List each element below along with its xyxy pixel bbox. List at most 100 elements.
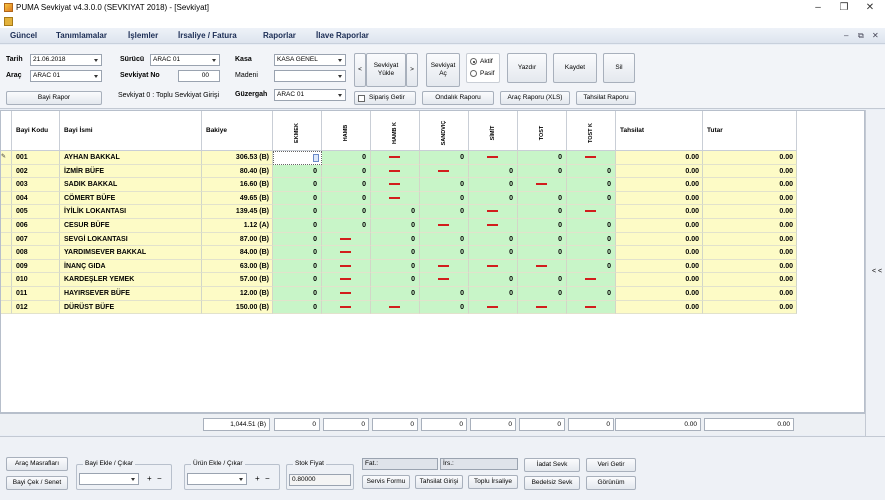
row-indicator[interactable]: [1, 191, 12, 206]
cell-product-qty[interactable]: 0: [567, 232, 616, 247]
cell-product-qty[interactable]: 0: [273, 300, 322, 315]
cell-product-qty[interactable]: 0: [567, 246, 616, 260]
servis-formu-button[interactable]: Servis Formu: [362, 475, 410, 489]
cell-product-qty[interactable]: [567, 205, 616, 219]
cell-product-qty[interactable]: 0: [469, 287, 518, 301]
cell-bakiye[interactable]: 12.00 (B): [202, 287, 273, 301]
tahsilat-raporu-button[interactable]: Tahsilat Raporu: [576, 91, 636, 105]
table-row[interactable]: 007 SEVGİ LOKANTASI 87.00 (B) 0 0 0 0 0 0 0.00 0.0…: [1, 232, 865, 247]
row-indicator[interactable]: [1, 219, 12, 233]
aktif-radio[interactable]: [470, 58, 477, 65]
cell-product-qty[interactable]: 0: [567, 259, 616, 274]
cell-tahsilat[interactable]: 0.00: [616, 219, 703, 233]
cell-product-qty[interactable]: 0: [273, 164, 322, 179]
sevkiyat-yukle-button[interactable]: Sevkiyat Yükle: [366, 53, 406, 87]
table-row[interactable]: 008 YARDIMSEVER BAKKAL 84.00 (B) 0 0 0 0 0 0 0.00…: [1, 246, 865, 260]
toplu-irsaliye-button[interactable]: Toplu İrsaliye: [468, 475, 518, 489]
row-indicator[interactable]: [1, 287, 12, 301]
cell-product-qty[interactable]: 0: [469, 164, 518, 179]
cell-product-qty[interactable]: [567, 273, 616, 287]
tahsilat-girisi-button[interactable]: Tahsilat Girişi: [415, 475, 463, 489]
cell-product-qty[interactable]: 0: [273, 178, 322, 192]
cell-product-qty[interactable]: 0: [273, 273, 322, 287]
next-button[interactable]: >: [406, 53, 418, 87]
kaydet-button[interactable]: Kaydet: [553, 53, 597, 83]
cell-bayi-ismi[interactable]: KARDEŞLER YEMEK: [60, 273, 202, 287]
cell-product-qty[interactable]: 0: [518, 164, 567, 179]
row-indicator[interactable]: [1, 178, 12, 192]
surucu-select[interactable]: ARAC 01: [150, 54, 220, 66]
cell-tahsilat[interactable]: 0.00: [616, 191, 703, 206]
cell-product-qty[interactable]: [469, 259, 518, 274]
mdi-close-icon[interactable]: ✕: [872, 31, 879, 40]
kasa-select[interactable]: KASA GENEL: [274, 54, 346, 66]
table-row[interactable]: 011 HAYIRSEVER BÜFE 12.00 (B) 0 0 0 0 0 0 0.00 0.0…: [1, 287, 865, 301]
cell-product-qty[interactable]: 0: [567, 191, 616, 206]
cell-tutar[interactable]: 0.00: [703, 205, 797, 219]
cell-product-qty[interactable]: 0: [518, 151, 567, 165]
fat-field[interactable]: Fat.:: [362, 458, 438, 470]
cell-tutar[interactable]: 0.00: [703, 287, 797, 301]
cell-product-qty[interactable]: [322, 287, 371, 301]
menu-islemler[interactable]: İşlemler: [128, 31, 158, 40]
cell-product-qty[interactable]: [469, 205, 518, 219]
cell-product-qty[interactable]: 0: [518, 287, 567, 301]
cell-tutar[interactable]: 0.00: [703, 246, 797, 260]
cell-tahsilat[interactable]: 0.00: [616, 164, 703, 179]
cell-tutar[interactable]: 0.00: [703, 178, 797, 192]
cell-bakiye[interactable]: 49.65 (B): [202, 191, 273, 206]
cell-product-qty[interactable]: 0: [518, 219, 567, 233]
cell-product-qty[interactable]: 0: [420, 287, 469, 301]
mdi-minimize-icon[interactable]: –: [844, 31, 848, 40]
cell-product-qty[interactable]: 0: [469, 178, 518, 192]
cell-product-qty[interactable]: 0: [371, 259, 420, 274]
cell-product-qty[interactable]: [371, 178, 420, 192]
cell-bayi-ismi[interactable]: SEVGİ LOKANTASI: [60, 232, 202, 247]
cell-tahsilat[interactable]: 0.00: [616, 246, 703, 260]
row-indicator[interactable]: [1, 232, 12, 247]
menu-irsaliye-fatura[interactable]: İrsaliye / Fatura: [178, 31, 237, 40]
table-row[interactable]: 009 İNANÇ GIDA 63.00 (B) 0 0 0 0.00 0.00: [1, 259, 865, 274]
arac-select[interactable]: ARAC 01: [30, 70, 102, 82]
cell-product-qty[interactable]: [273, 151, 322, 165]
spin-icon[interactable]: [313, 154, 319, 162]
cell-product-qty[interactable]: [518, 259, 567, 274]
minimize-button[interactable]: –: [810, 1, 826, 14]
table-row[interactable]: 012 DÜRÜST BÜFE 150.00 (B) 0 0 0.00 0.00: [1, 300, 865, 315]
cell-product-qty[interactable]: 0: [371, 219, 420, 233]
cell-bayi-ismi[interactable]: SADIK BAKKAL: [60, 178, 202, 192]
bayi-remove-icon[interactable]: −: [157, 474, 162, 483]
cell-product-qty[interactable]: 0: [518, 205, 567, 219]
cell-product-qty[interactable]: [371, 300, 420, 315]
cell-product-qty[interactable]: [420, 219, 469, 233]
cell-bayi-ismi[interactable]: HAYIRSEVER BÜFE: [60, 287, 202, 301]
cell-product-qty[interactable]: [322, 259, 371, 274]
cell-tahsilat[interactable]: 0.00: [616, 300, 703, 315]
arac-raporu-button[interactable]: Araç Raporu (XLS): [500, 91, 570, 105]
cell-bayi-ismi[interactable]: YARDIMSEVER BAKKAL: [60, 246, 202, 260]
menu-tanimlamalar[interactable]: Tanımlamalar: [56, 31, 107, 40]
cell-product-qty[interactable]: 0: [273, 287, 322, 301]
table-row[interactable]: 001 AYHAN BAKKAL 306.53 (B) 0 0 0 0.00 0.00: [1, 151, 865, 165]
cell-product-qty[interactable]: 0: [371, 246, 420, 260]
cell-bayi-kodu[interactable]: 011: [12, 287, 60, 301]
cell-bakiye[interactable]: 139.45 (B): [202, 205, 273, 219]
cell-product-qty[interactable]: 0: [420, 205, 469, 219]
cell-product-qty[interactable]: 0: [420, 178, 469, 192]
row-indicator[interactable]: [1, 246, 12, 260]
menu-guncel[interactable]: Güncel: [10, 31, 37, 40]
bayi-cek-senet-button[interactable]: Bayi Çek / Senet: [6, 476, 68, 490]
cell-bakiye[interactable]: 150.00 (B): [202, 300, 273, 315]
cell-tahsilat[interactable]: 0.00: [616, 232, 703, 247]
cell-product-qty[interactable]: 0: [567, 164, 616, 179]
cell-product-qty[interactable]: [469, 151, 518, 165]
cell-bayi-kodu[interactable]: 012: [12, 300, 60, 315]
row-indicator[interactable]: [1, 259, 12, 274]
table-row[interactable]: 010 KARDEŞLER YEMEK 57.00 (B) 0 0 0 0 0.00 0.00: [1, 273, 865, 287]
cell-tutar[interactable]: 0.00: [703, 151, 797, 165]
cell-product-qty[interactable]: 0: [371, 287, 420, 301]
cell-bayi-ismi[interactable]: İYİLİK LOKANTASI: [60, 205, 202, 219]
cell-product-qty[interactable]: 0: [469, 191, 518, 206]
cell-tutar[interactable]: 0.00: [703, 219, 797, 233]
cell-product-qty[interactable]: 0: [273, 219, 322, 233]
